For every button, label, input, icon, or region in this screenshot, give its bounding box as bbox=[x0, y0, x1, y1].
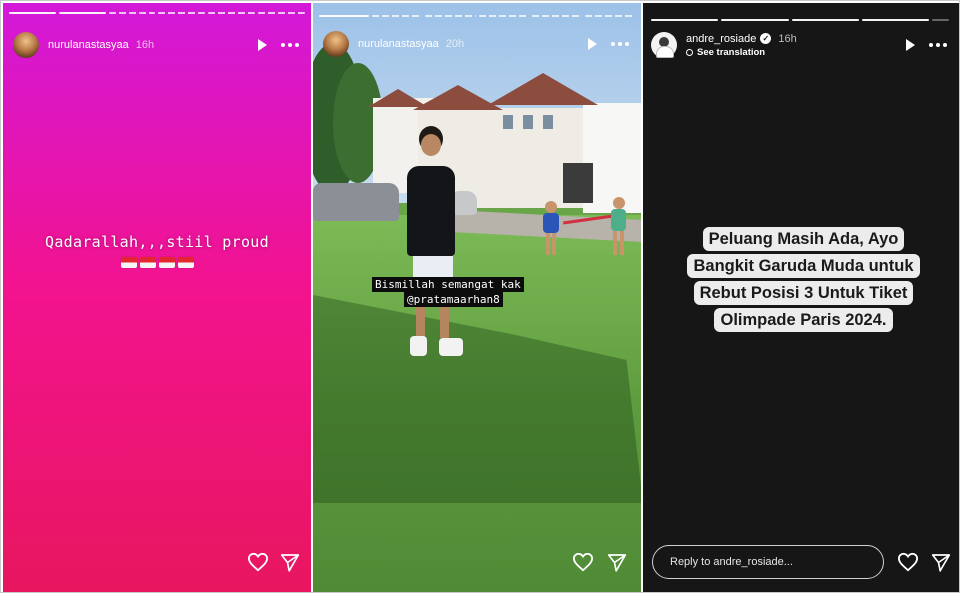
reply-input[interactable]: Reply to andre_rosiade... bbox=[652, 545, 884, 579]
story-progress-bar bbox=[9, 12, 305, 15]
flag-emojis bbox=[3, 257, 311, 268]
story-mention[interactable]: @pratamaarhan8 bbox=[404, 292, 503, 307]
story-panel-2: nurulanastasyaa 20h Bismillah semangat k… bbox=[313, 3, 641, 592]
story-progress-bar bbox=[651, 19, 950, 22]
story-caption: Qadarallah,,,stiil proud bbox=[45, 233, 269, 251]
story-caption-line: Bismillah semangat kak bbox=[372, 277, 524, 292]
story-panel-1: nurulanastasyaa 16h Qadarallah,,,stiil p… bbox=[3, 3, 311, 592]
child-figure bbox=[541, 201, 561, 261]
story-time: 16h bbox=[135, 39, 155, 51]
play-icon[interactable] bbox=[258, 39, 267, 51]
verified-badge-icon: ✓ bbox=[760, 33, 772, 44]
play-icon[interactable] bbox=[906, 39, 915, 51]
more-icon[interactable] bbox=[929, 43, 947, 47]
story-panel-3: andre_rosiade ✓ 16h See translation Pelu… bbox=[643, 3, 959, 592]
indonesia-flag-icon bbox=[139, 257, 156, 268]
story-progress-bar bbox=[319, 15, 636, 18]
stories-comparison-frame: nurulanastasyaa 16h Qadarallah,,,stiil p… bbox=[0, 0, 960, 593]
avatar[interactable] bbox=[13, 32, 39, 58]
more-icon[interactable] bbox=[281, 43, 299, 47]
child-figure bbox=[607, 197, 629, 263]
see-translation-link[interactable]: See translation bbox=[686, 47, 797, 58]
username[interactable]: nurulanastasyaa bbox=[48, 39, 129, 51]
indonesia-flag-icon bbox=[177, 257, 194, 268]
caption-line: Bangkit Garuda Muda untuk bbox=[687, 254, 920, 278]
play-icon[interactable] bbox=[588, 38, 597, 50]
story-header: nurulanastasyaa 16h bbox=[3, 30, 311, 60]
story-header: andre_rosiade ✓ 16h See translation bbox=[643, 30, 959, 60]
story-header: nurulanastasyaa 20h bbox=[313, 29, 641, 59]
send-icon[interactable] bbox=[280, 553, 300, 572]
story-time: 16h bbox=[778, 32, 797, 45]
send-icon[interactable] bbox=[607, 553, 627, 572]
heart-icon[interactable] bbox=[572, 552, 594, 572]
indonesia-flag-icon bbox=[158, 257, 175, 268]
caption-line: Rebut Posisi 3 Untuk Tiket bbox=[693, 281, 914, 305]
car bbox=[313, 183, 399, 221]
heart-icon[interactable] bbox=[247, 552, 269, 572]
send-icon[interactable] bbox=[931, 553, 951, 572]
more-icon[interactable] bbox=[611, 42, 629, 46]
avatar[interactable] bbox=[651, 32, 677, 58]
player-figure bbox=[403, 126, 463, 361]
username[interactable]: andre_rosiade bbox=[686, 33, 756, 45]
indonesia-flag-icon bbox=[120, 257, 137, 268]
caption-line: Peluang Masih Ada, Ayo bbox=[702, 227, 905, 251]
story-caption: Peluang Masih Ada, Ayo Bangkit Garuda Mu… bbox=[660, 226, 947, 334]
avatar[interactable] bbox=[323, 31, 349, 57]
username[interactable]: nurulanastasyaa bbox=[358, 38, 439, 50]
story-time: 20h bbox=[445, 38, 465, 50]
caption-line: Olimpade Paris 2024. bbox=[714, 308, 893, 332]
translate-icon bbox=[686, 48, 693, 56]
heart-icon[interactable] bbox=[897, 552, 919, 572]
